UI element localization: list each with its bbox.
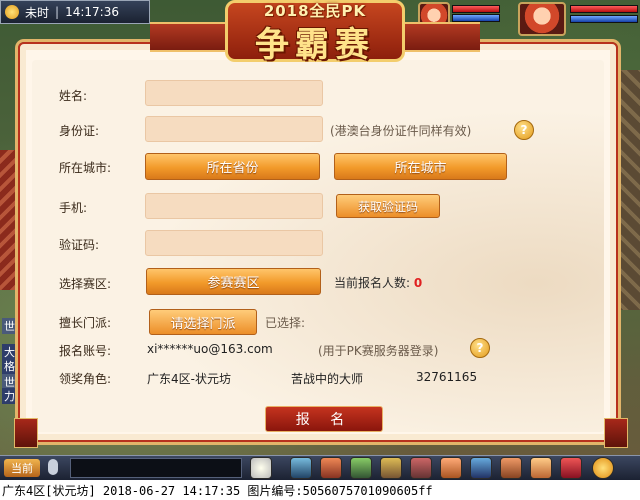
sect-selected-label: 已选择: — [265, 316, 306, 330]
skill-icon[interactable] — [290, 457, 312, 479]
phone-field[interactable] — [145, 193, 323, 219]
account-label: 报名账号: — [59, 344, 112, 358]
game-clock: 未时 | 14:17:36 — [0, 0, 150, 24]
name-label: 姓名: — [59, 89, 88, 103]
account-note: (用于PK赛服务器登录) — [318, 344, 439, 358]
sect-label: 擅长门派: — [59, 316, 112, 330]
banner-title: 争霸赛 — [255, 25, 375, 65]
verify-code-label: 验证码: — [59, 238, 100, 252]
bag-icon[interactable] — [380, 457, 402, 479]
item-icon[interactable] — [320, 457, 342, 479]
name-field[interactable] — [145, 80, 323, 106]
role-name: 苦战中的大师 — [291, 372, 364, 386]
account-help-icon[interactable]: ? — [470, 338, 490, 358]
signup-count-label: 当前报名人数: — [334, 276, 411, 290]
role-server: 广东4区-状元坊 — [147, 372, 231, 386]
sun-icon — [5, 5, 19, 19]
right-pillar-ornament — [604, 418, 628, 448]
city-select-button[interactable]: 所在城市 — [334, 153, 507, 180]
verify-code-field[interactable] — [145, 230, 323, 256]
province-select-button[interactable]: 所在省份 — [145, 153, 320, 180]
player-health-bar — [570, 5, 638, 13]
id-card-label: 身份证: — [59, 124, 100, 138]
reward-role-label: 领奖角色: — [59, 372, 112, 386]
microphone-icon[interactable] — [48, 459, 58, 475]
phone-label: 手机: — [59, 201, 88, 215]
player-mana-bar — [570, 15, 638, 23]
clock-time: 14:17:36 — [65, 5, 119, 19]
event-banner: 2018全民PK 争霸赛 — [150, 0, 480, 65]
screenshot-caption: 广东4区[状元坊] 2018-06-27 14:17:35 图片编号:50560… — [0, 480, 640, 500]
chat-input[interactable] — [70, 458, 242, 478]
time-period: 未时 — [25, 5, 50, 20]
zone-label: 选择赛区: — [59, 277, 112, 291]
player-avatar[interactable] — [518, 2, 566, 36]
emote-icon[interactable] — [250, 457, 272, 479]
account-value: xi******uo@163.com — [147, 342, 273, 356]
get-code-button[interactable]: 获取验证码 — [336, 194, 440, 218]
zone-select-button[interactable]: 参赛赛区 — [146, 268, 321, 295]
team-icon[interactable] — [410, 457, 432, 479]
chat-channel-tab[interactable]: 当前 — [4, 459, 40, 477]
city-label: 所在城市: — [59, 161, 112, 175]
quest-icon[interactable] — [500, 457, 522, 479]
map-icon[interactable] — [470, 457, 492, 479]
clock-separator: | — [55, 5, 60, 19]
gift-icon[interactable] — [530, 457, 552, 479]
role-id: 32761165 — [416, 370, 478, 384]
shop-icon[interactable] — [440, 457, 462, 479]
smiley-icon[interactable] — [592, 457, 614, 479]
pet-icon[interactable] — [350, 457, 372, 479]
id-card-note: (港澳台身份证件同样有效) — [330, 124, 472, 138]
sect-select-button[interactable]: 请选择门派 — [149, 309, 257, 335]
id-card-field[interactable] — [145, 116, 323, 142]
activity-icon[interactable] — [560, 457, 582, 479]
signup-count-value: 0 — [413, 276, 423, 290]
signup-count: 当前报名人数: 0 — [334, 274, 422, 291]
left-pillar-ornament — [14, 418, 38, 448]
id-help-icon[interactable]: ? — [514, 120, 534, 140]
signup-submit-button[interactable]: 报 名 — [265, 406, 383, 432]
